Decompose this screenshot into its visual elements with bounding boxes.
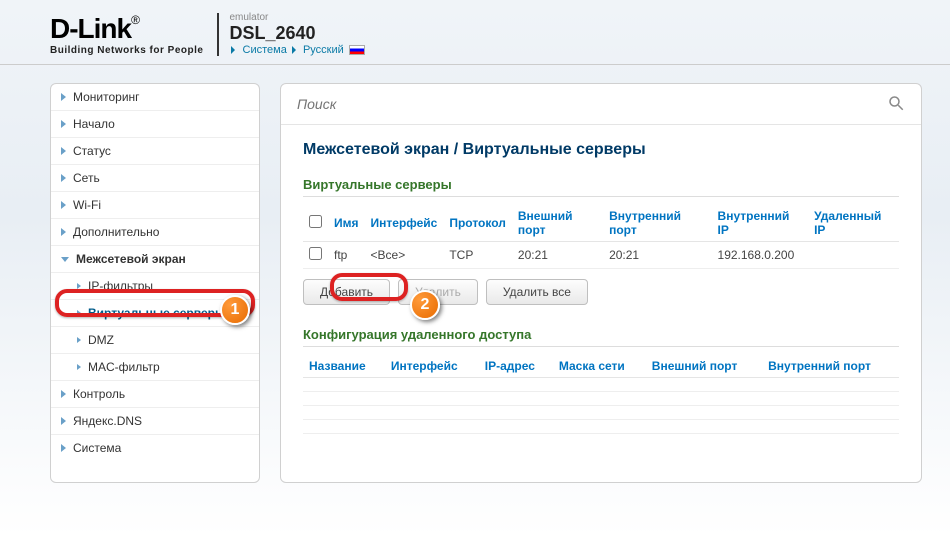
sidebar-sub-macfilter[interactable]: MAC-фильтр (51, 354, 259, 381)
chevron-right-icon (61, 147, 66, 155)
chevron-right-icon (77, 364, 81, 370)
chevron-right-icon (61, 390, 66, 398)
vs-th-iface[interactable]: Интерфейс (365, 205, 444, 242)
vs-th-rip[interactable]: Удаленный IP (808, 205, 899, 242)
logo-reg: ® (131, 13, 140, 27)
sidebar-item-label: Wi-Fi (73, 198, 101, 212)
chevron-right-icon (61, 93, 66, 101)
delete-all-button[interactable]: Удалить все (486, 279, 588, 305)
page-title: Межсетевой экран / Виртуальные серверы (303, 141, 899, 159)
ra-th-mask[interactable]: Маска сети (553, 355, 646, 378)
sidebar-item-label: Сеть (73, 171, 100, 185)
sidebar-item-yandexdns[interactable]: Яндекс.DNS (51, 408, 259, 435)
chevron-right-icon (77, 310, 81, 316)
chevron-right-icon (77, 337, 81, 343)
vs-cell-ext: 20:21 (512, 242, 603, 269)
sidebar-item-label: Контроль (73, 387, 125, 401)
sidebar-item-status[interactable]: Статус (51, 138, 259, 165)
sidebar-item-label: Мониторинг (73, 90, 140, 104)
table-row (303, 420, 899, 434)
search-input[interactable] (293, 92, 909, 116)
chevron-right-icon (61, 228, 66, 236)
section-ra-title: Конфигурация удаленного доступа (303, 327, 899, 347)
sidebar-item-system[interactable]: Система (51, 435, 259, 461)
sidebar-item-network[interactable]: Сеть (51, 165, 259, 192)
sidebar-item-start[interactable]: Начало (51, 111, 259, 138)
sidebar-item-label: Система (73, 441, 121, 455)
ra-th-int[interactable]: Внутренний порт (762, 355, 899, 378)
vs-cell-proto: TCP (443, 242, 512, 269)
vs-cell-rip (808, 242, 899, 269)
sidebar-sub-label: Виртуальные серверы (88, 306, 225, 320)
sidebar-item-label: Начало (73, 117, 115, 131)
chevron-right-icon (61, 201, 66, 209)
chevron-right-icon (292, 46, 296, 54)
chevron-right-icon (61, 120, 66, 128)
vs-th-int[interactable]: Внутренний порт (603, 205, 711, 242)
chevron-right-icon (61, 417, 66, 425)
emulator-label: emulator (229, 12, 364, 23)
table-row (303, 378, 899, 392)
section-vs-title: Виртуальные серверы (303, 177, 899, 197)
search-icon[interactable] (887, 94, 905, 112)
vs-cell-name: ftp (328, 242, 365, 269)
sidebar-sub-ipfilters[interactable]: IP-фильтры (51, 273, 259, 300)
header: D-Link® Building Networks for People emu… (0, 0, 950, 65)
sidebar-item-label: Статус (73, 144, 111, 158)
vs-row-checkbox[interactable] (309, 247, 322, 260)
sidebar: Мониторинг Начало Статус Сеть Wi-Fi Допо… (50, 83, 260, 483)
vs-cell-iface: <Все> (365, 242, 444, 269)
bc-language[interactable]: Русский (303, 44, 344, 56)
button-row: Добавить Удалить Удалить все (303, 279, 899, 305)
sidebar-item-monitoring[interactable]: Мониторинг (51, 84, 259, 111)
ra-table: Название Интерфейс IP-адрес Маска сети В… (303, 355, 899, 434)
vs-th-ext[interactable]: Внешний порт (512, 205, 603, 242)
chevron-right-icon (77, 283, 81, 289)
sidebar-item-label: Межсетевой экран (76, 252, 186, 266)
sidebar-item-advanced[interactable]: Дополнительно (51, 219, 259, 246)
table-row (303, 406, 899, 420)
vs-cell-int: 20:21 (603, 242, 711, 269)
sidebar-item-label: Дополнительно (73, 225, 159, 239)
add-button[interactable]: Добавить (303, 279, 390, 305)
logo-tagline: Building Networks for People (50, 45, 203, 56)
header-info: emulator DSL_2640 Система Русский (229, 12, 364, 56)
sidebar-sub-virtualservers[interactable]: Виртуальные серверы (51, 300, 259, 327)
delete-button[interactable]: Удалить (398, 279, 478, 305)
logo-text: D-Link (50, 13, 131, 44)
search-row (281, 84, 921, 125)
chevron-right-icon (231, 46, 235, 54)
vs-th-ip[interactable]: Внутренний IP (712, 205, 809, 242)
ra-th-name[interactable]: Название (303, 355, 385, 378)
vs-table: Имя Интерфейс Протокол Внешний порт Внут… (303, 205, 899, 269)
breadcrumb: Система Русский (229, 44, 364, 56)
flag-ru-icon (349, 45, 365, 55)
chevron-right-icon (61, 174, 66, 182)
vs-th-name[interactable]: Имя (328, 205, 365, 242)
sidebar-item-firewall[interactable]: Межсетевой экран (51, 246, 259, 273)
logo: D-Link® Building Networks for People (50, 13, 219, 56)
sidebar-item-control[interactable]: Контроль (51, 381, 259, 408)
vs-th-proto[interactable]: Протокол (443, 205, 512, 242)
bc-system[interactable]: Система (243, 44, 287, 56)
ra-th-ext[interactable]: Внешний порт (646, 355, 762, 378)
table-row[interactable]: ftp <Все> TCP 20:21 20:21 192.168.0.200 (303, 242, 899, 269)
main-panel: Межсетевой экран / Виртуальные серверы В… (280, 83, 922, 483)
sidebar-sub-label: IP-фильтры (88, 279, 153, 293)
table-row (303, 392, 899, 406)
sidebar-item-wifi[interactable]: Wi-Fi (51, 192, 259, 219)
sidebar-sub-label: MAC-фильтр (88, 360, 160, 374)
chevron-down-icon (61, 257, 69, 262)
sidebar-sub-dmz[interactable]: DMZ (51, 327, 259, 354)
chevron-right-icon (61, 444, 66, 452)
sidebar-item-label: Яндекс.DNS (73, 414, 142, 428)
model-label: DSL_2640 (229, 23, 364, 44)
ra-th-iface[interactable]: Интерфейс (385, 355, 479, 378)
vs-checkbox-all[interactable] (309, 215, 322, 228)
vs-cell-ip: 192.168.0.200 (712, 242, 809, 269)
sidebar-sub-label: DMZ (88, 333, 114, 347)
ra-th-ip[interactable]: IP-адрес (479, 355, 553, 378)
